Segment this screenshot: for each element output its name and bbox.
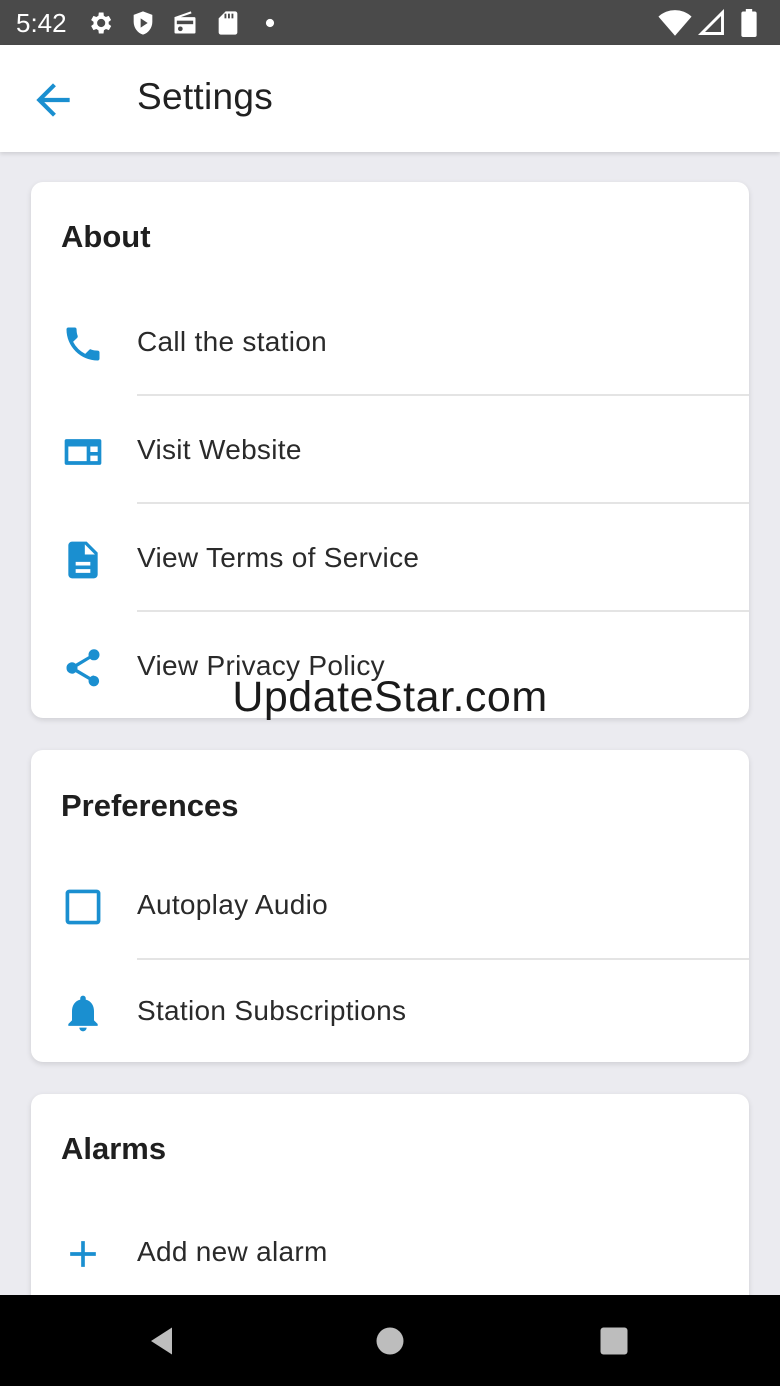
- nav-bar: [0, 1295, 780, 1386]
- phone-icon: [61, 322, 105, 366]
- wifi-icon: [658, 9, 692, 37]
- recents-square-icon[interactable]: [596, 1323, 632, 1359]
- preferences-card: Preferences Autoplay Audio Station Subsc…: [31, 750, 749, 1062]
- station-subscriptions-item[interactable]: Station Subscriptions: [31, 960, 749, 1062]
- status-bar: 5:42: [0, 0, 780, 45]
- station-subscriptions-label: Station Subscriptions: [137, 995, 407, 1026]
- add-alarm-label: Add new alarm: [137, 1236, 328, 1267]
- dot-icon: [256, 9, 284, 37]
- visit-website-label: Visit Website: [137, 434, 302, 465]
- signal-icon: [697, 8, 726, 37]
- call-station-label: Call the station: [137, 326, 328, 357]
- back-button[interactable]: [28, 75, 78, 125]
- plus-icon: [61, 1232, 105, 1276]
- about-section-title: About: [61, 219, 151, 254]
- watermark: UpdateStar.com: [232, 673, 548, 721]
- bell-icon: [61, 991, 105, 1035]
- home-circle-icon[interactable]: [372, 1323, 408, 1359]
- status-time: 5:42: [16, 8, 67, 38]
- gear-icon: [86, 9, 114, 37]
- status-right-icons: [658, 8, 768, 37]
- autoplay-audio-label: Autoplay Audio: [137, 889, 329, 920]
- page-title: Settings: [137, 76, 274, 117]
- terms-of-service-label: View Terms of Service: [137, 542, 420, 573]
- arrow-left-icon: [36, 83, 70, 117]
- app-bar: Settings: [0, 45, 780, 152]
- about-card: About Call the station Visit Website Vie…: [31, 182, 749, 718]
- call-station-item[interactable]: Call the station: [31, 288, 749, 396]
- terms-of-service-item[interactable]: View Terms of Service: [31, 504, 749, 612]
- preferences-section-title: Preferences: [61, 788, 239, 823]
- checkbox-icon[interactable]: [61, 885, 105, 929]
- add-alarm-item[interactable]: Add new alarm: [31, 1200, 749, 1308]
- back-triangle-icon[interactable]: [145, 1323, 181, 1359]
- visit-website-item[interactable]: Visit Website: [31, 396, 749, 504]
- battery-icon: [740, 9, 758, 37]
- web-icon: [61, 430, 105, 474]
- autoplay-audio-item[interactable]: Autoplay Audio: [31, 852, 749, 960]
- shield-icon: [129, 9, 157, 37]
- radio-icon: [171, 9, 199, 37]
- sd-card-icon: [214, 9, 242, 37]
- document-icon: [61, 538, 105, 582]
- alarms-section-title: Alarms: [61, 1131, 167, 1166]
